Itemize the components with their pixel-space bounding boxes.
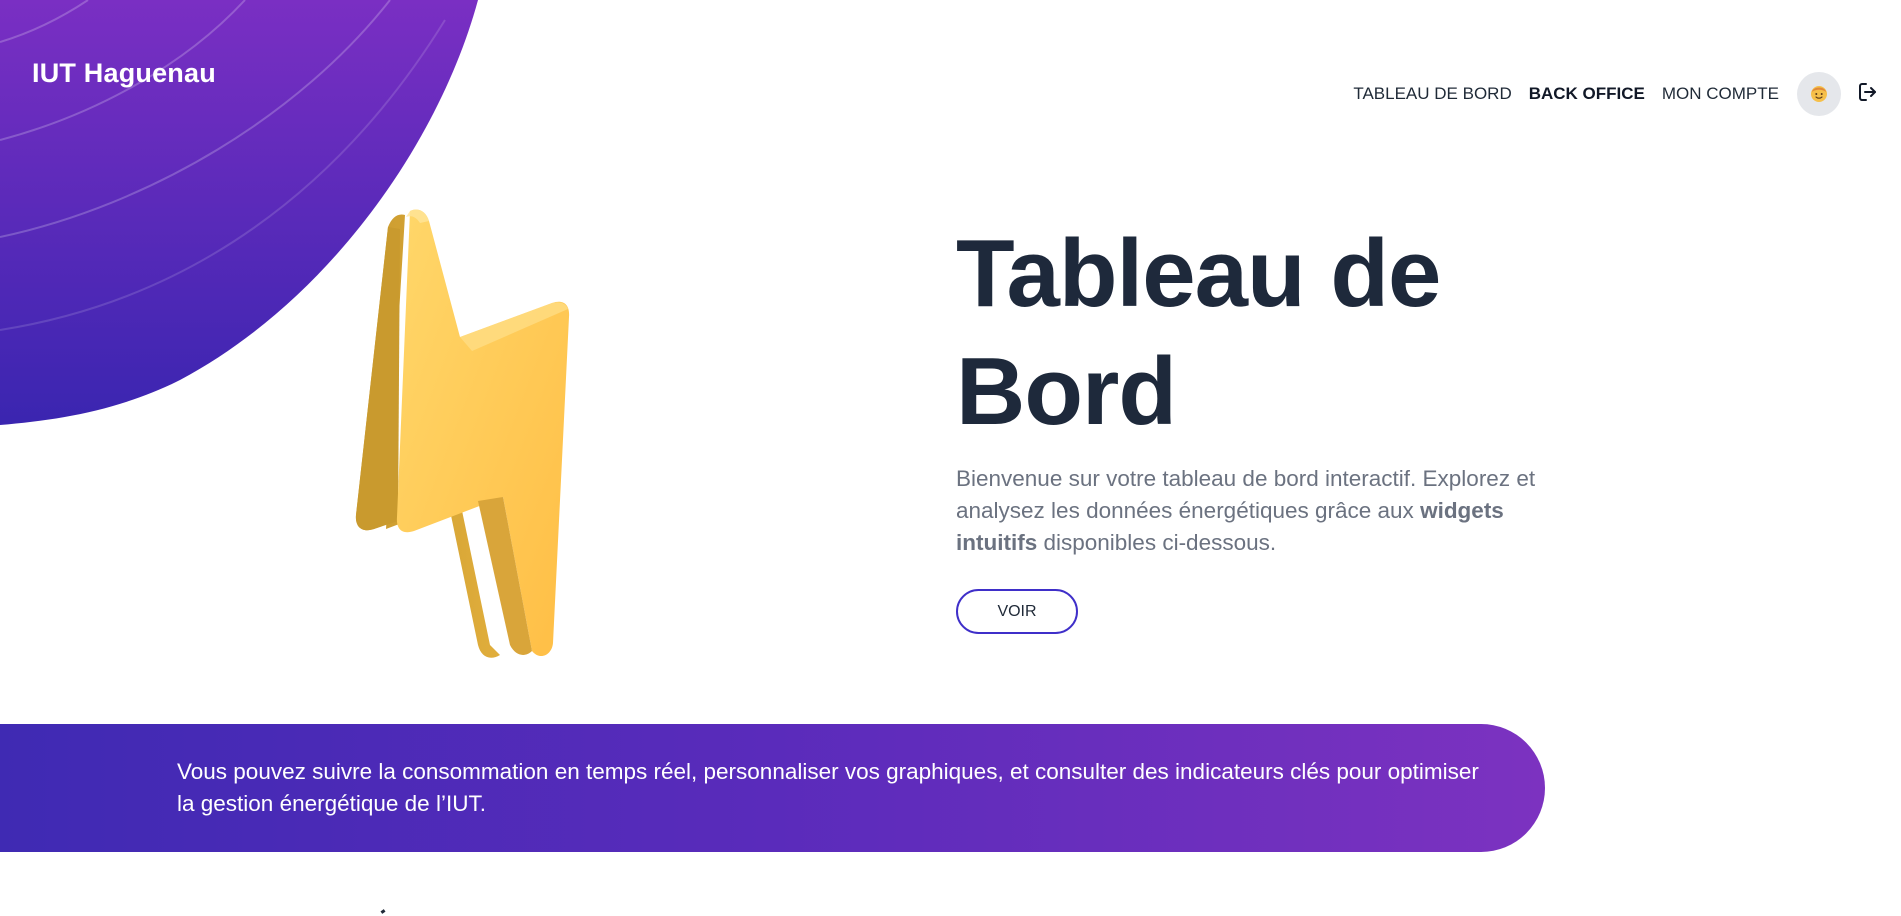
- avatar-emoji-icon: [1811, 86, 1827, 102]
- nav-tableau-de-bord[interactable]: TABLEAU DE BORD: [1353, 84, 1511, 104]
- hero-section: Tableau de Bord Bienvenue sur votre tabl…: [956, 215, 1596, 634]
- cut-off-content-mark: [380, 909, 386, 914]
- logout-button[interactable]: [1855, 79, 1881, 105]
- voir-button[interactable]: VOIR: [956, 589, 1078, 634]
- hero-description-text-end: disponibles ci-dessous.: [1037, 530, 1277, 555]
- nav-mon-compte[interactable]: MON COMPTE: [1662, 84, 1779, 104]
- hero-description: Bienvenue sur votre tableau de bord inte…: [956, 463, 1586, 559]
- main-nav: TABLEAU DE BORD BACK OFFICE MON COMPTE: [1353, 72, 1881, 116]
- brand-logo[interactable]: IUT Haguenau: [32, 58, 216, 89]
- avatar-button[interactable]: [1797, 72, 1841, 116]
- nav-back-office[interactable]: BACK OFFICE: [1529, 84, 1645, 104]
- info-banner: Vous pouvez suivre la consommation en te…: [0, 724, 1545, 852]
- hero-title: Tableau de Bord: [956, 220, 1441, 445]
- page: IUT Haguenau TABLEAU DE BORD BACK OFFICE…: [0, 0, 1901, 916]
- info-banner-text: Vous pouvez suivre la consommation en te…: [177, 759, 1479, 816]
- logout-icon: [1859, 83, 1876, 101]
- lightning-bolt-icon: [355, 209, 570, 658]
